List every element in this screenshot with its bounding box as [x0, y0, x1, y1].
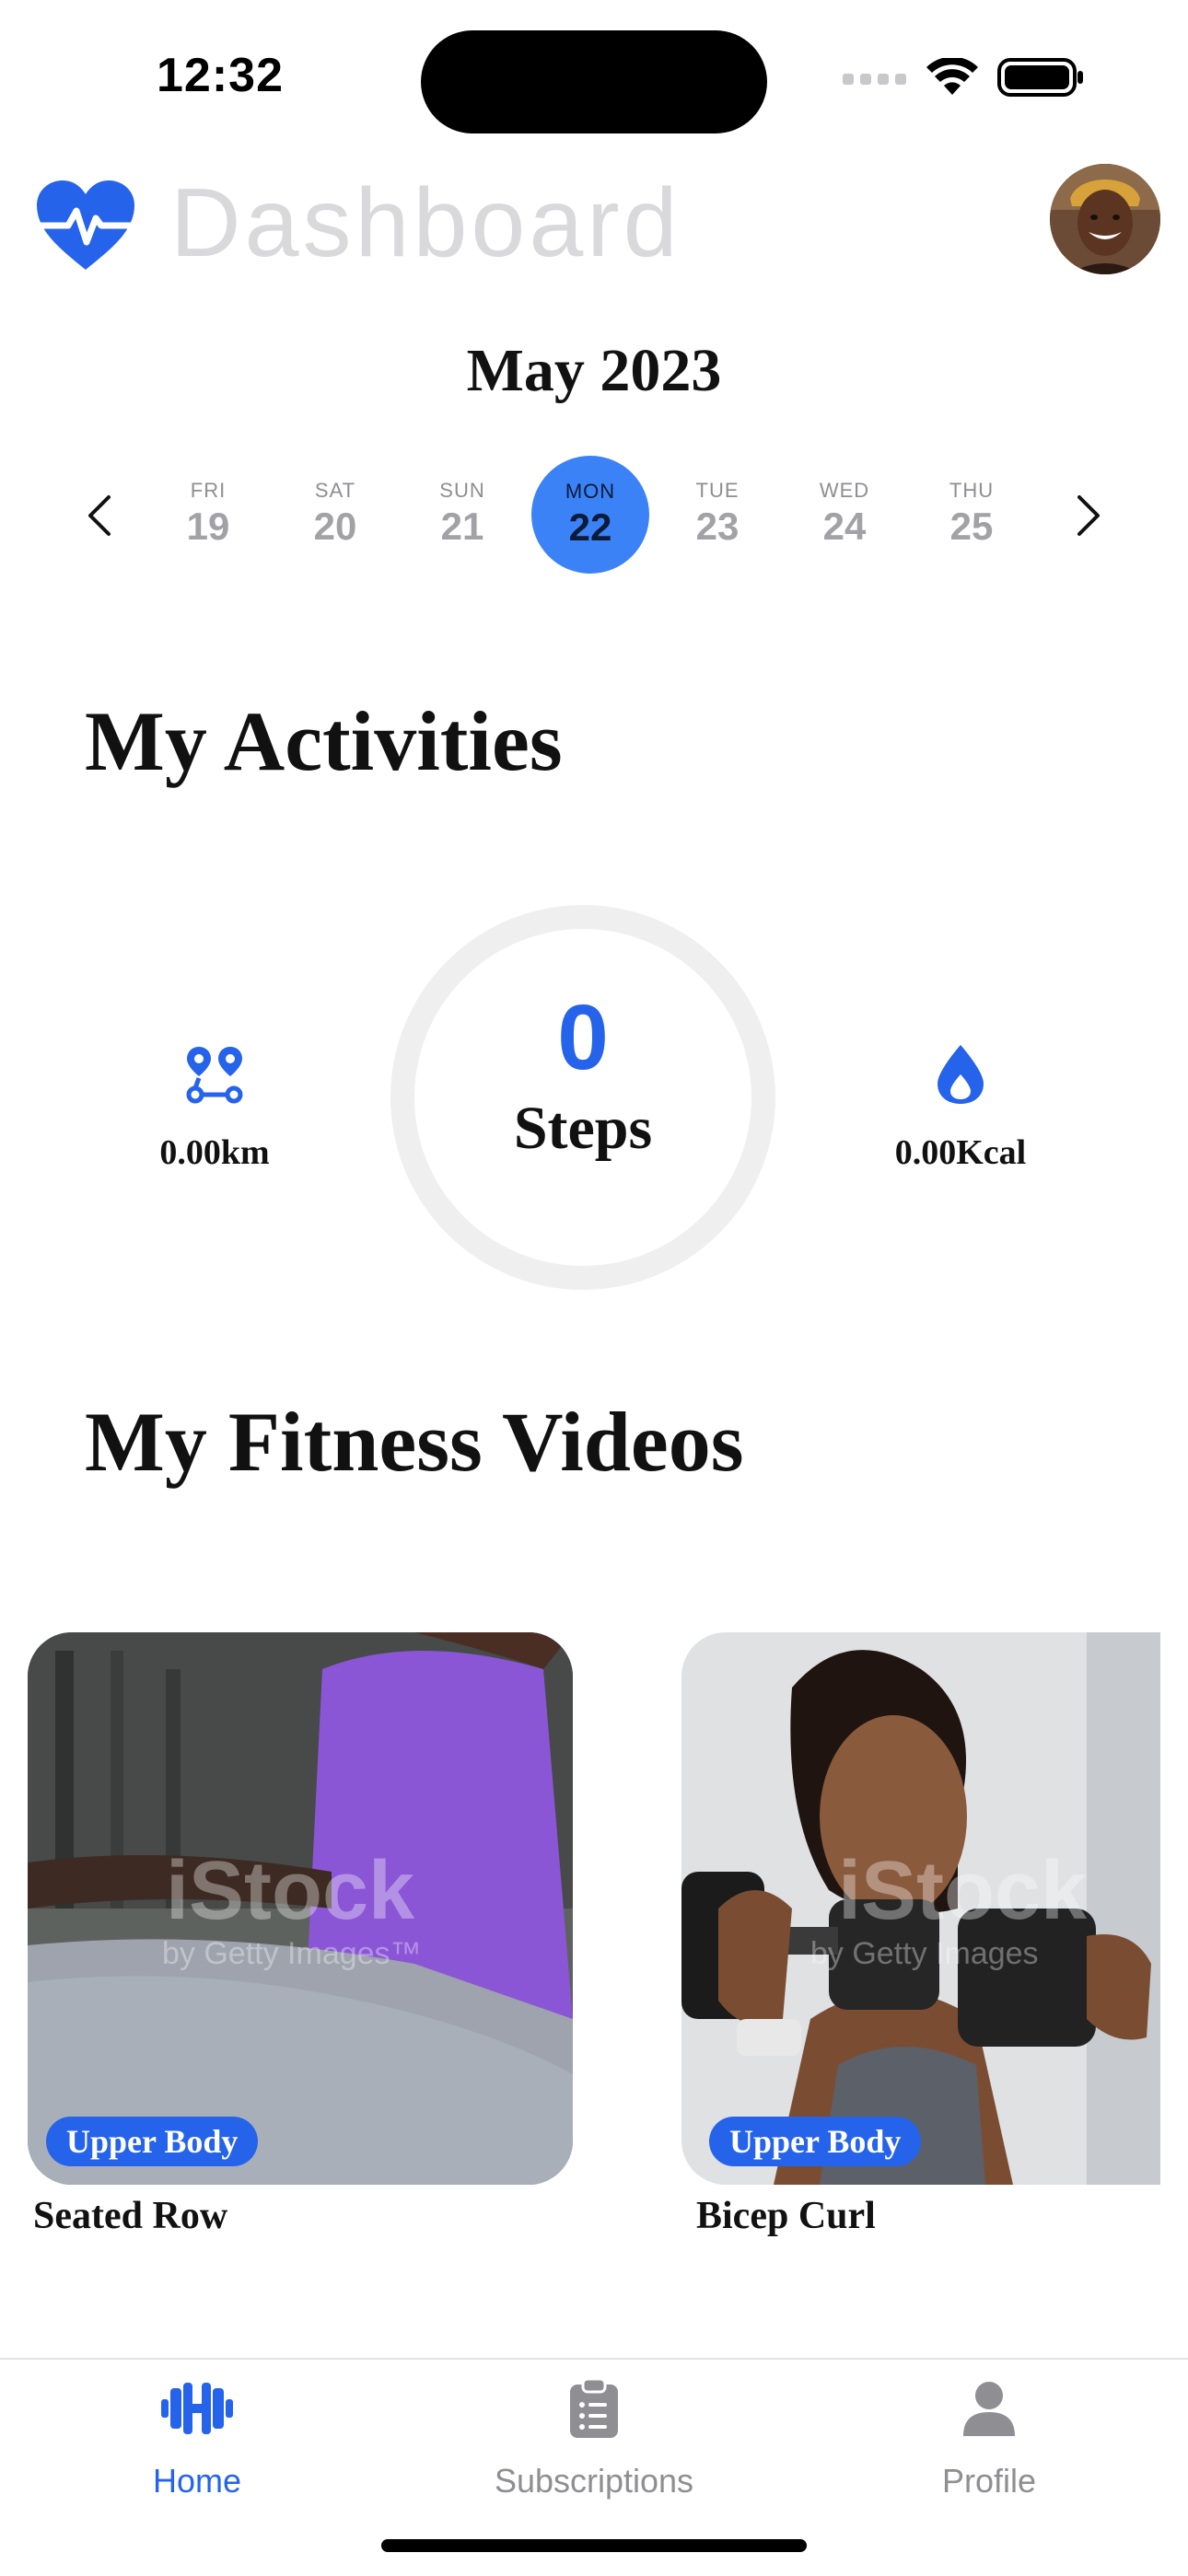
day-number: 20 [313, 505, 357, 548]
tab-label: Home [152, 2462, 242, 2500]
status-time: 12:32 [157, 49, 284, 102]
day-number: 25 [949, 505, 994, 548]
watermark-subtext: by Getty Images™ [162, 1936, 422, 1971]
fitness-videos-heading: My Fitness Videos [85, 1395, 744, 1489]
distance-value: 0.00km [159, 1133, 270, 1172]
day-of-week: FRI [190, 479, 227, 502]
tab-label: Subscriptions [494, 2462, 694, 2500]
date-fri-19[interactable]: FRI 19 [149, 470, 267, 587]
clipboard-list-icon [570, 2379, 618, 2438]
date-wed-24[interactable]: WED 24 [786, 470, 903, 587]
dynamic-island [421, 30, 767, 133]
page-title: Dashboard [170, 168, 681, 277]
avatar-photo [1050, 164, 1160, 274]
day-number: 19 [186, 505, 230, 548]
watermark-subtext: by Getty Images [810, 1936, 1039, 1971]
cellular-signal-icon [843, 74, 906, 85]
day-number: 21 [440, 505, 484, 548]
day-of-week: MON [565, 480, 616, 503]
video-title: Seated Row [33, 2195, 228, 2237]
steps-label: Steps [513, 1095, 653, 1162]
day-of-week: SUN [439, 479, 485, 502]
day-number: 22 [568, 505, 612, 549]
watermark-text: iStock [838, 1845, 1088, 1937]
day-number: 24 [822, 505, 867, 548]
day-number: 23 [695, 505, 740, 548]
watermark-text: iStock [166, 1845, 415, 1937]
battery-icon [997, 58, 1083, 97]
tab-profile[interactable]: Profile [851, 2375, 1127, 2501]
wifi-icon [926, 58, 978, 95]
date-thu-25[interactable]: THU 25 [913, 470, 1031, 587]
calories-value: 0.00Kcal [894, 1133, 1027, 1172]
date-sun-21[interactable]: SUN 21 [403, 470, 521, 587]
route-pin-icon [186, 1047, 243, 1104]
steps-count: 0 [557, 986, 609, 1089]
home-indicator[interactable] [381, 2539, 807, 2552]
video-card-bicep-curl[interactable]: iStock by Getty Images Upper Body [681, 1632, 1160, 2185]
user-avatar[interactable] [1050, 164, 1160, 274]
day-of-week: WED [819, 479, 870, 502]
day-of-week: SAT [314, 479, 356, 502]
chevron-right-icon[interactable] [1059, 488, 1114, 543]
tab-label: Profile [941, 2462, 1037, 2500]
date-mon-22-selected[interactable]: MON 22 [531, 456, 649, 574]
chevron-left-icon[interactable] [74, 488, 129, 543]
dumbbell-icon [161, 2383, 233, 2434]
category-badge: Upper Body [46, 2117, 259, 2166]
tab-subscriptions[interactable]: Subscriptions [456, 2375, 732, 2501]
status-icons [843, 57, 1086, 98]
day-of-week: THU [949, 479, 995, 502]
day-of-week: TUE [695, 479, 740, 502]
date-sat-20[interactable]: SAT 20 [276, 470, 394, 587]
video-card-seated-row[interactable]: iStock by Getty Images™ Upper Body [28, 1632, 573, 2185]
date-tue-23[interactable]: TUE 23 [658, 470, 776, 587]
month-label: May 2023 [466, 337, 722, 404]
drop-icon [938, 1045, 984, 1104]
activities-heading: My Activities [85, 694, 563, 788]
heart-pulse-logo-icon [33, 180, 138, 270]
tab-home[interactable]: Home [59, 2375, 335, 2501]
person-icon [963, 2382, 1015, 2436]
category-badge: Upper Body [709, 2117, 922, 2166]
video-title: Bicep Curl [696, 2195, 876, 2237]
